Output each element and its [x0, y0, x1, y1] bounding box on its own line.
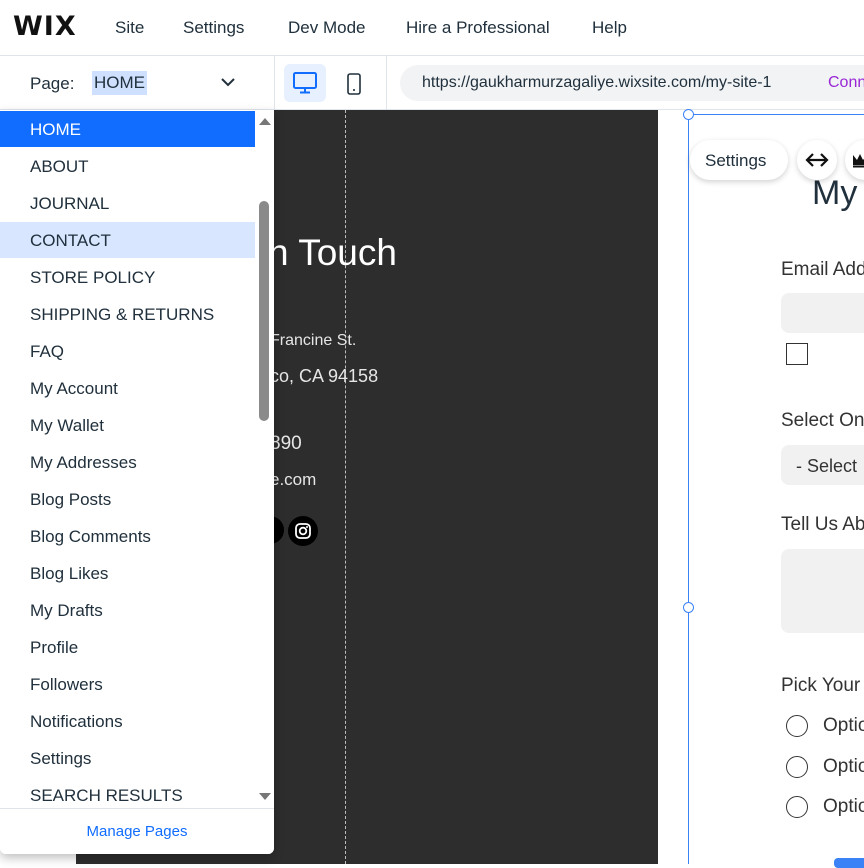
- address-line-2[interactable]: co, CA 94158: [270, 366, 378, 387]
- page-option-journal[interactable]: JOURNAL: [0, 185, 255, 221]
- page-option-my-account[interactable]: My Account: [0, 370, 255, 406]
- top-bar: WIX Site Settings Dev Mode Hire a Profes…: [0, 0, 864, 56]
- page-option-blog-posts[interactable]: Blog Posts: [0, 481, 255, 517]
- gridline-guide: [345, 110, 346, 864]
- phone-number[interactable]: 890: [270, 433, 302, 455]
- divider: [386, 56, 387, 110]
- wix-logo[interactable]: WIX: [13, 11, 77, 42]
- resize-handle[interactable]: [683, 602, 694, 613]
- element-settings-label: Settings: [705, 151, 767, 170]
- chevron-down-icon[interactable]: [220, 76, 236, 88]
- menu-settings[interactable]: Settings: [183, 18, 244, 38]
- radio-option-label: Optio: [823, 796, 864, 817]
- site-url: https://gaukharmurzagaliye.wixsite.com/m…: [422, 74, 772, 91]
- page-selector[interactable]: HOME: [92, 71, 147, 95]
- email-label: Email Add: [781, 259, 864, 280]
- message-textarea[interactable]: [781, 549, 864, 633]
- selection-border: [688, 114, 864, 115]
- mobile-icon: [347, 73, 361, 95]
- select-placeholder: - Select: [796, 456, 858, 476]
- page-option-my-drafts[interactable]: My Drafts: [0, 592, 255, 628]
- radio-option-1[interactable]: [786, 715, 808, 737]
- site-url-bar[interactable]: https://gaukharmurzagaliye.wixsite.com/m…: [400, 65, 864, 101]
- submit-button[interactable]: [834, 858, 864, 868]
- manage-pages-link[interactable]: Manage Pages: [0, 823, 274, 840]
- scrollbar-thumb[interactable]: [259, 201, 269, 421]
- radio-option-label: Optio: [823, 756, 864, 777]
- pick-label: Pick Your: [781, 675, 861, 696]
- page-option-home[interactable]: HOME: [0, 111, 255, 147]
- menu-site[interactable]: Site: [115, 18, 144, 38]
- section-heading[interactable]: n Touch: [268, 232, 397, 274]
- page-option-my-wallet[interactable]: My Wallet: [0, 407, 255, 443]
- radio-option-3[interactable]: [786, 796, 808, 818]
- page-option-settings[interactable]: Settings: [0, 740, 255, 776]
- page-bar: Page: HOME https://gaukharmurzagaliye.wi…: [0, 56, 864, 110]
- page-option-profile[interactable]: Profile: [0, 629, 255, 665]
- divider: [274, 56, 275, 110]
- page-option-store-policy[interactable]: STORE POLICY: [0, 259, 255, 295]
- resize-handle[interactable]: [683, 109, 694, 120]
- instagram-icon[interactable]: [288, 516, 318, 546]
- stretch-arrows-icon: [805, 153, 829, 167]
- scroll-down-arrow-icon[interactable]: [259, 793, 271, 800]
- radio-option-2[interactable]: [786, 756, 808, 778]
- menu-hire-a-professional[interactable]: Hire a Professional: [406, 18, 550, 38]
- page-option-faq[interactable]: FAQ: [0, 333, 255, 369]
- page-option-followers[interactable]: Followers: [0, 666, 255, 702]
- page-option-blog-likes[interactable]: Blog Likes: [0, 555, 255, 591]
- crown-icon: [853, 154, 864, 168]
- page-option-my-addresses[interactable]: My Addresses: [0, 444, 255, 480]
- select-dropdown[interactable]: - Select: [781, 445, 864, 485]
- email-field[interactable]: [781, 293, 864, 333]
- mobile-view-button[interactable]: [338, 64, 370, 102]
- menu-help[interactable]: Help: [592, 18, 627, 38]
- element-settings-button[interactable]: Settings: [690, 140, 788, 180]
- page-option-about[interactable]: ABOUT: [0, 148, 255, 184]
- subscribe-checkbox[interactable]: [786, 343, 808, 365]
- dropdown-footer: Manage Pages: [0, 808, 274, 854]
- menu-dev-mode[interactable]: Dev Mode: [288, 18, 365, 38]
- radio-option-label: Optio: [823, 715, 864, 736]
- page-option-contact[interactable]: CONTACT: [0, 222, 255, 258]
- select-label: Select On: [781, 410, 864, 431]
- stretch-button[interactable]: [797, 140, 837, 180]
- page-option-blog-comments[interactable]: Blog Comments: [0, 518, 255, 554]
- page-option-notifications[interactable]: Notifications: [0, 703, 255, 739]
- page-option-shipping-returns[interactable]: SHIPPING & RETURNS: [0, 296, 255, 332]
- desktop-icon: [293, 72, 317, 94]
- page-label: Page:: [30, 74, 75, 93]
- message-label: Tell Us Ab: [781, 514, 864, 535]
- desktop-view-button[interactable]: [284, 64, 326, 102]
- scroll-up-arrow-icon[interactable]: [259, 118, 271, 125]
- connect-domain-link[interactable]: Conn: [828, 74, 864, 92]
- selection-border: [688, 114, 689, 864]
- contact-email[interactable]: e.com: [270, 470, 316, 490]
- page-dropdown: HOME ABOUT JOURNAL CONTACT STORE POLICY …: [0, 110, 274, 854]
- address-line-1[interactable]: Francine St.: [270, 332, 356, 350]
